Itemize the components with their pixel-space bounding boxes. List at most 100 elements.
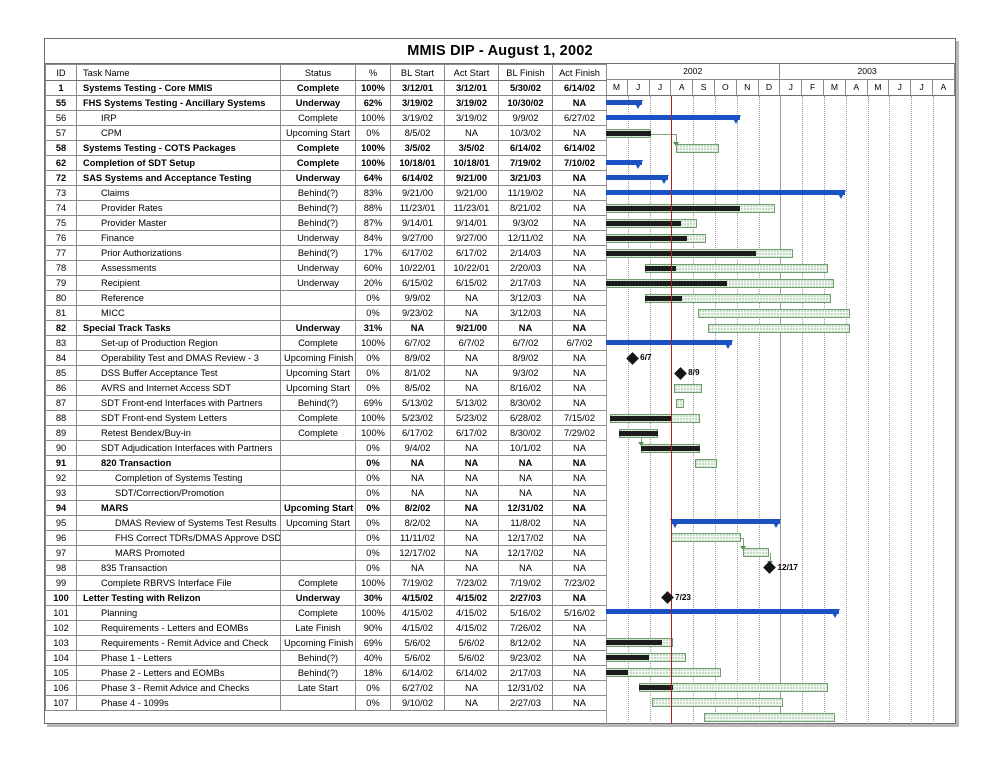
table-row[interactable]: 105 Phase 2 - Letters and EOMBs Behind(?) 1… (45, 665, 607, 681)
cell-bl-start: 10/18/01 (390, 155, 445, 171)
cell-act-finish: NA (552, 395, 607, 411)
cell-percent: 62% (355, 95, 391, 111)
cell-bl-start: 6/14/02 (390, 170, 445, 186)
table-row[interactable]: 82 Special Track Tasks Underway 31% NA 9/21/0… (45, 320, 607, 336)
table-row[interactable]: 104 Phase 1 - Letters Behind(?) 40% 5/6/02 5/… (45, 650, 607, 666)
cell-status: Complete (280, 155, 356, 171)
cell-bl-finish: 6/7/02 (498, 335, 553, 351)
table-row[interactable]: 97 MARS Promoted 0% 12/17/02 NA 12/17/02 NA (45, 545, 607, 561)
cell-act-finish: NA (552, 590, 607, 606)
cell-bl-start: 8/1/02 (390, 365, 445, 381)
col-header-bl-finish: BL Finish (498, 64, 553, 81)
cell-bl-finish: 9/23/02 (498, 650, 553, 666)
table-row[interactable]: 92 Completion of Systems Testing 0% NA NA NA N… (45, 470, 607, 486)
table-row[interactable]: 79 Recipient Underway 20% 6/15/02 6/15/02 2/17… (45, 275, 607, 291)
cell-task-name: MARS Promoted (76, 545, 281, 561)
table-row[interactable]: 99 Complete RBRVS Interface File Complete 1… (45, 575, 607, 591)
table-row[interactable]: 103 Requirements - Remit Advice and Check… (45, 635, 607, 651)
cell-task-name: Requirements - Letters and EOMBs (76, 620, 281, 636)
cell-id: 56 (45, 110, 77, 126)
table-row[interactable]: 73 Claims Behind(?) 83% 9/21/00 9/21/00 11/19/… (45, 185, 607, 201)
cell-act-finish: NA (552, 485, 607, 501)
milestone-label: 12/17 (777, 562, 799, 572)
cell-status: Underway (280, 590, 356, 606)
table-row[interactable]: 107 Phase 4 - 1099s 0% 9/10/02 NA 2/27/03 NA (45, 695, 607, 711)
cell-act-finish: NA (552, 545, 607, 561)
cell-percent: 0% (355, 365, 391, 381)
table-row[interactable]: 62 Completion of SDT Setup Complete 100% 10/… (45, 155, 607, 171)
table-row[interactable]: 87 SDT Front-end Interfaces with Partners… (45, 395, 607, 411)
table-row[interactable]: 101 Planning Complete 100% 4/15/02 4/15/02 5/1… (45, 605, 607, 621)
table-row[interactable]: 76 Finance Underway 84% 9/27/00 9/27/00 12/11/… (45, 230, 607, 246)
table-row[interactable]: 86 AVRS and Internet Access SDT Upcoming S… (45, 380, 607, 396)
table-row[interactable]: 106 Phase 3 - Remit Advice and Checks Late… (45, 680, 607, 696)
table-row[interactable]: 93 SDT/Correction/Promotion 0% NA NA NA NA (45, 485, 607, 501)
cell-percent: 17% (355, 245, 391, 261)
cell-status: Upcoming Start (280, 500, 356, 516)
table-row[interactable]: 85 DSS Buffer Acceptance Test Upcoming Sta… (45, 365, 607, 381)
table-row[interactable]: 95 DMAS Review of Systems Test Results Upc… (45, 515, 607, 531)
cell-percent: 0% (355, 290, 391, 306)
cell-act-finish: NA (552, 365, 607, 381)
cell-act-start: 6/7/02 (444, 335, 499, 351)
cell-task-name: Claims (76, 185, 281, 201)
table-row[interactable]: 80 Reference 0% 9/9/02 NA 3/12/03 NA (45, 290, 607, 306)
table-row[interactable]: 77 Prior Authorizations Behind(?) 17% 6/17/0… (45, 245, 607, 261)
cell-bl-finish: 8/12/02 (498, 635, 553, 651)
table-row[interactable]: 72 SAS Systems and Acceptance Testing Unde… (45, 170, 607, 186)
cell-percent: 60% (355, 260, 391, 276)
cell-status (280, 485, 356, 501)
table-row[interactable]: 57 CPM Upcoming Start 0% 8/5/02 NA 10/3/02 NA (45, 125, 607, 141)
table-row[interactable]: 90 SDT Adjudication Interfaces with Partn… (45, 440, 607, 456)
cell-bl-finish: 12/31/02 (498, 680, 553, 696)
cell-task-name: DSS Buffer Acceptance Test (76, 365, 281, 381)
timeline-month-label: J (889, 80, 912, 96)
cell-bl-start: 6/27/02 (390, 680, 445, 696)
table-row[interactable]: 75 Provider Master Behind(?) 87% 9/14/01 9/14… (45, 215, 607, 231)
table-row[interactable]: 78 Assessments Underway 60% 10/22/01 10/22/01… (45, 260, 607, 276)
cell-act-start: NA (444, 485, 499, 501)
cell-bl-finish: 2/27/03 (498, 590, 553, 606)
table-row[interactable]: 1 Systems Testing - Core MMIS Complete 100%… (45, 80, 607, 96)
table-row[interactable]: 84 Operability Test and DMAS Review - 3 Up… (45, 350, 607, 366)
table-row[interactable]: 91 820 Transaction 0% NA NA NA NA (45, 455, 607, 471)
cell-act-finish: NA (552, 380, 607, 396)
cell-percent: 100% (355, 410, 391, 426)
table-row[interactable]: 96 FHS Correct TDRs/DMAS Approve DSD 0% 11/… (45, 530, 607, 546)
cell-act-start: 4/15/02 (444, 590, 499, 606)
cell-bl-start: 5/6/02 (390, 635, 445, 651)
table-row[interactable]: 74 Provider Rates Behind(?) 88% 11/23/01 11/2… (45, 200, 607, 216)
cell-status: Behind(?) (280, 215, 356, 231)
gantt-summary-bar (606, 609, 839, 619)
cell-act-finish: NA (552, 95, 607, 111)
table-row[interactable]: 89 Retest Bendex/Buy-in Complete 100% 6/17/0… (45, 425, 607, 441)
cell-act-finish: NA (552, 170, 607, 186)
cell-status: Upcoming Start (280, 380, 356, 396)
cell-task-name: 820 Transaction (76, 455, 281, 471)
table-row[interactable]: 88 SDT Front-end System Letters Complete 10… (45, 410, 607, 426)
cell-id: 94 (45, 500, 77, 516)
table-row[interactable]: 56 IRP Complete 100% 3/19/02 3/19/02 9/9/02 6/2… (45, 110, 607, 126)
cell-bl-start: 3/12/01 (390, 80, 445, 96)
cell-status: Complete (280, 575, 356, 591)
cell-percent: 0% (355, 515, 391, 531)
cell-bl-start: 7/19/02 (390, 575, 445, 591)
cell-act-start: 10/22/01 (444, 260, 499, 276)
table-row[interactable]: 94 MARS Upcoming Start 0% 8/2/02 NA 12/31/02 NA (45, 500, 607, 516)
cell-status (280, 440, 356, 456)
col-header-act-start: Act Start (444, 64, 499, 81)
gridline-vertical (889, 96, 891, 724)
milestone-label: 7/23 (675, 592, 691, 602)
gantt-timeline: 2002 2003 MJJASONDJFMAMJJA 6/7 8/9 12/17 7/2… (606, 64, 955, 724)
table-row[interactable]: 83 Set-up of Production Region Complete 100… (45, 335, 607, 351)
table-row[interactable]: 58 Systems Testing - COTS Packages Complet… (45, 140, 607, 156)
gantt-progress-bar (606, 235, 688, 241)
table-row[interactable]: 81 MICC 0% 9/23/02 NA 3/12/03 NA (45, 305, 607, 321)
table-row[interactable]: 102 Requirements - Letters and EOMBs Late … (45, 620, 607, 636)
table-row[interactable]: 100 Letter Testing with Relizon Underway 30… (45, 590, 607, 606)
cell-act-finish: 7/23/02 (552, 575, 607, 591)
gantt-progress-bar (638, 685, 673, 691)
col-header-bl-start: BL Start (390, 64, 445, 81)
table-row[interactable]: 55 FHS Systems Testing - Ancillary System… (45, 95, 607, 111)
table-row[interactable]: 98 835 Transaction 0% NA NA NA NA (45, 560, 607, 576)
